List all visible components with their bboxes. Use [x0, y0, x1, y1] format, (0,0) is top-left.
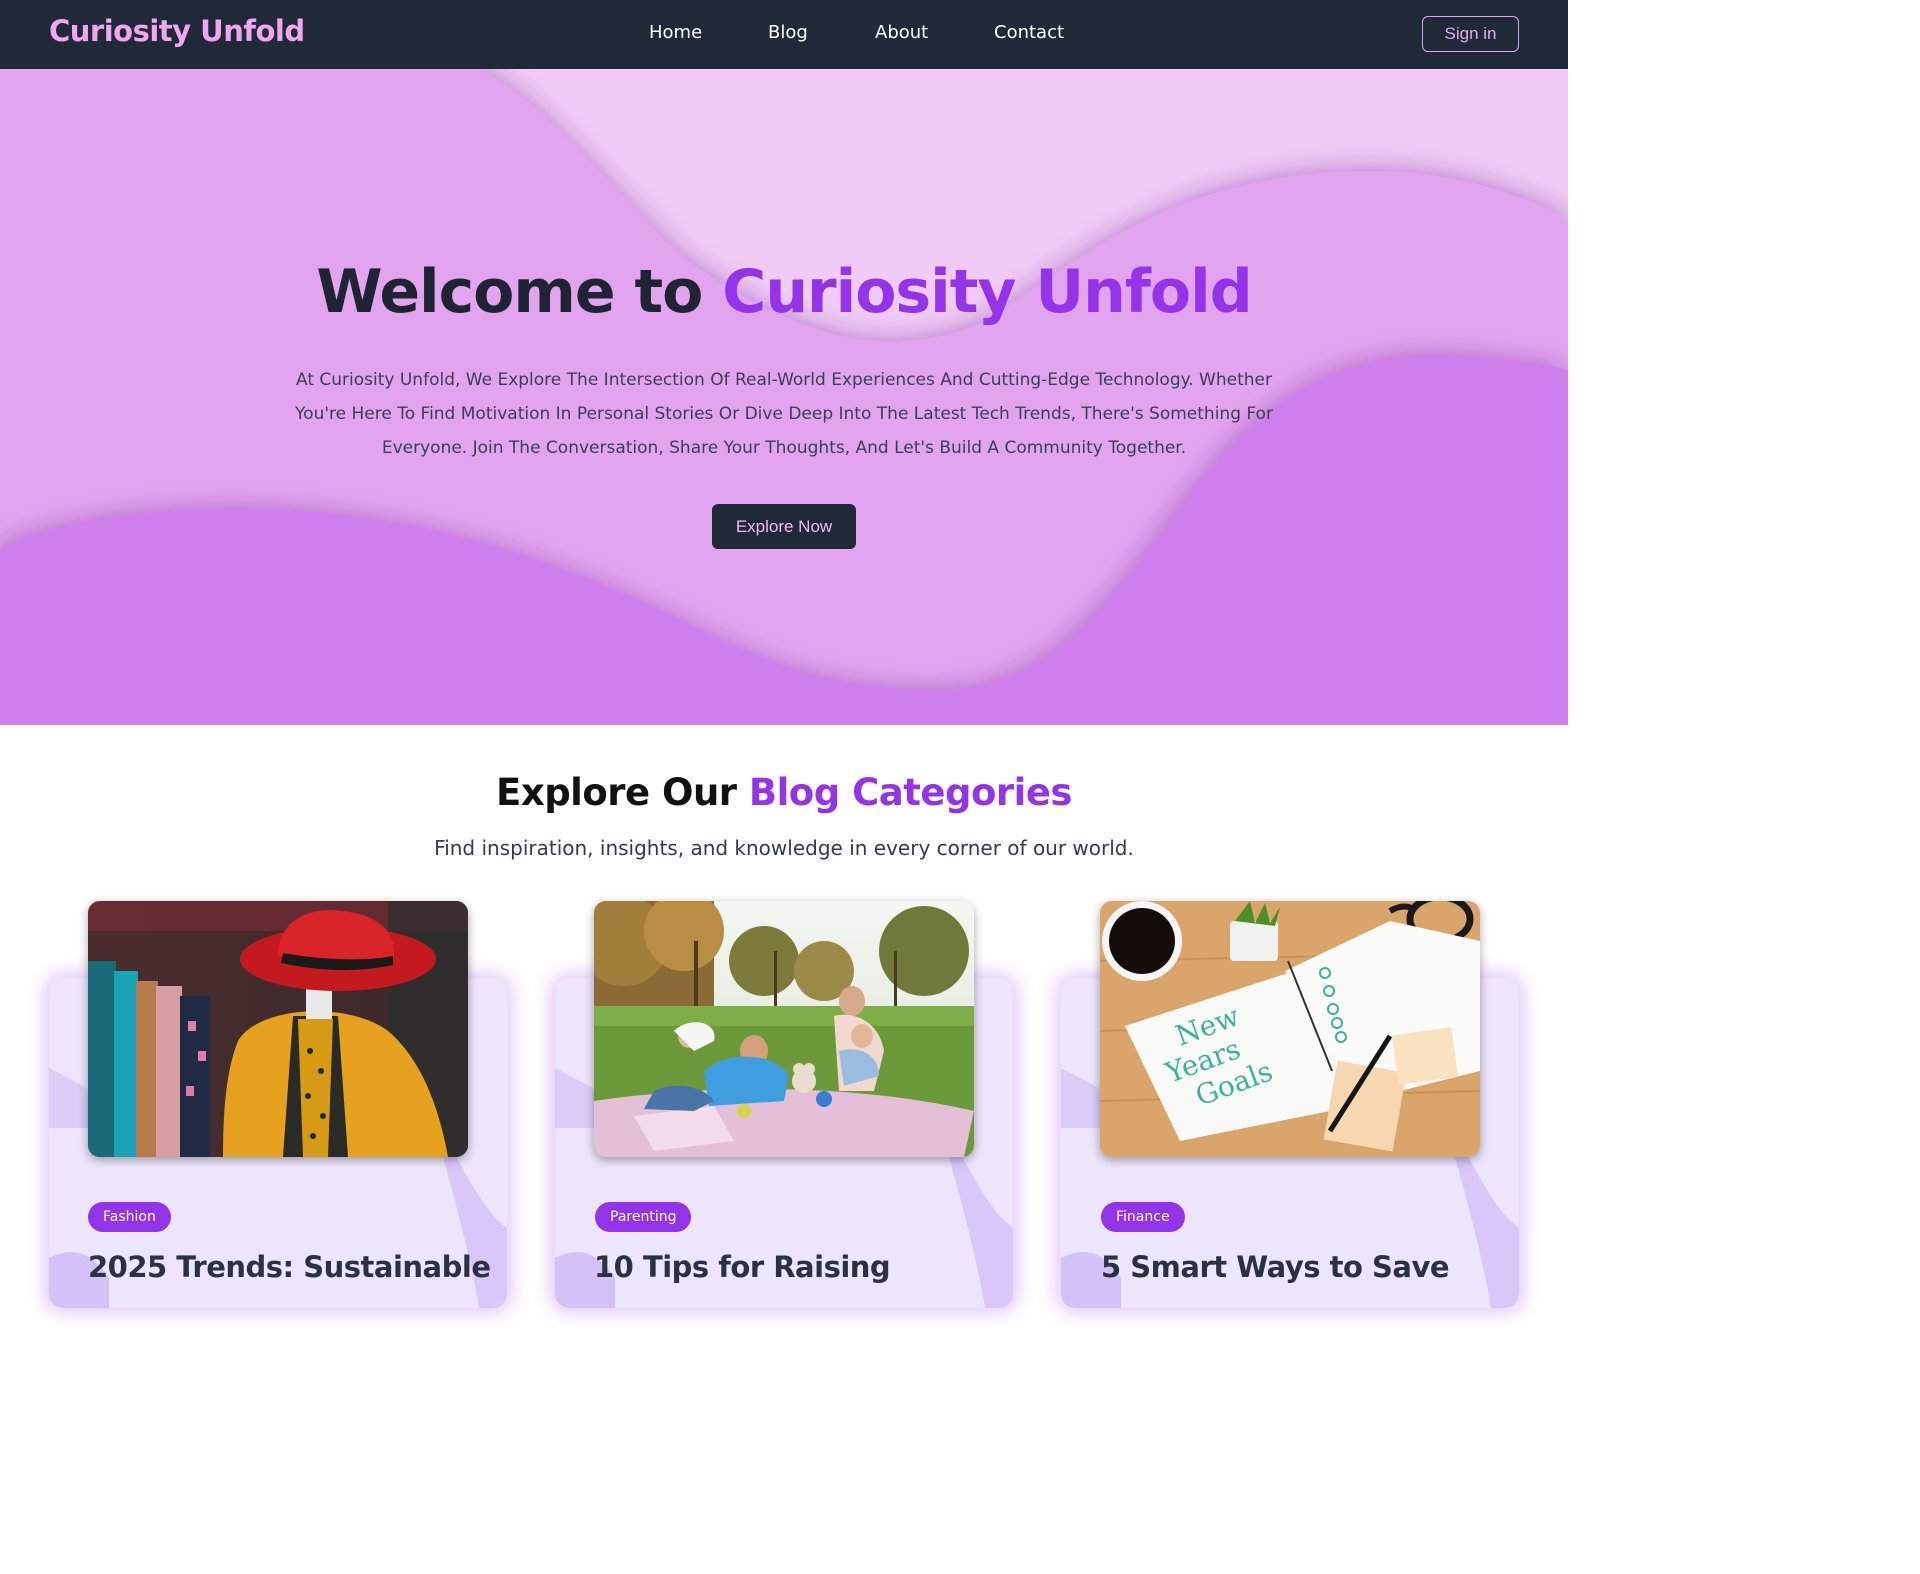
category-tag-fashion[interactable]: Fashion: [88, 1202, 171, 1232]
hero-title: Welcome to Curiosity Unfold: [0, 257, 1568, 327]
nav-link-about[interactable]: About: [875, 22, 928, 43]
hero-section: Welcome to Curiosity Unfold At Curiosity…: [0, 69, 1568, 725]
categories-title-accent: Blog Categories: [748, 771, 1073, 814]
explore-now-button[interactable]: Explore Now: [712, 504, 856, 549]
fashion-mannequin-image[interactable]: [88, 901, 468, 1157]
family-picnic-image[interactable]: [594, 901, 974, 1157]
card-title-fashion[interactable]: 2025 Trends: Sustainable: [88, 1250, 491, 1284]
card-title-finance[interactable]: 5 Smart Ways to Save: [1101, 1250, 1450, 1284]
category-tag-finance[interactable]: Finance: [1101, 1202, 1185, 1232]
nav-link-contact[interactable]: Contact: [994, 22, 1064, 43]
top-navbar: Curiosity Unfold Home Blog About Contact…: [0, 0, 1568, 69]
hero-description: At Curiosity Unfold, We Explore The Inte…: [295, 370, 1273, 458]
sign-in-button[interactable]: Sign in: [1422, 16, 1519, 52]
hero-title-plain: Welcome to: [316, 257, 723, 327]
nav-link-home[interactable]: Home: [649, 22, 702, 43]
category-tag-parenting[interactable]: Parenting: [595, 1202, 692, 1232]
hero-title-accent: Curiosity Unfold: [722, 257, 1252, 327]
nav-link-blog[interactable]: Blog: [768, 22, 808, 43]
card-title-parenting[interactable]: 10 Tips for Raising: [594, 1250, 891, 1284]
categories-title: Explore Our Blog Categories: [0, 771, 1568, 814]
categories-title-plain: Explore Our: [496, 771, 749, 814]
new-years-goals-image[interactable]: New Years Goals: [1100, 901, 1480, 1157]
brand-logo[interactable]: Curiosity Unfold: [49, 14, 305, 48]
categories-subtitle: Find inspiration, insights, and knowledg…: [434, 836, 1134, 860]
